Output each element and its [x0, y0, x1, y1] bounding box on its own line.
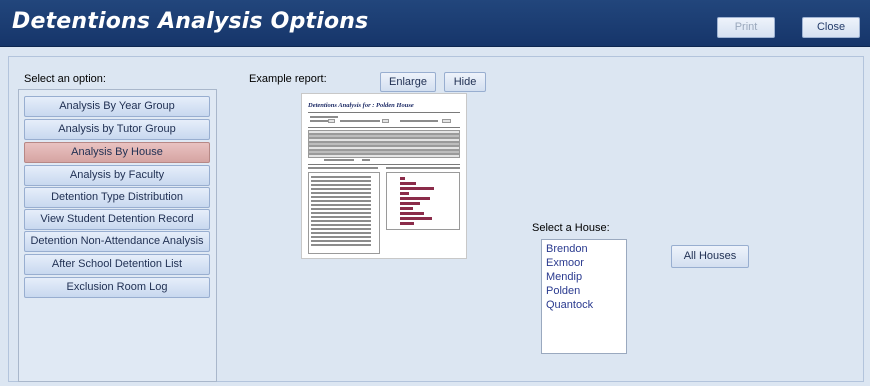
house-item-exmoor[interactable]: Exmoor: [546, 257, 584, 269]
report-text: [400, 120, 438, 122]
report-text: [311, 244, 371, 246]
report-table-row: [308, 154, 460, 158]
report-chart-bar: [400, 177, 405, 180]
house-item-mendip[interactable]: Mendip: [546, 271, 582, 283]
report-cell: [328, 119, 335, 123]
all-houses-button[interactable]: All Houses: [671, 245, 749, 268]
option-student-record[interactable]: View Student Detention Record: [24, 209, 210, 230]
report-text: [311, 212, 371, 214]
report-title: Detentions Analysis for : Polden House: [308, 102, 414, 109]
report-chart-bar: [400, 207, 413, 210]
option-non-attendance[interactable]: Detention Non-Attendance Analysis: [24, 231, 210, 252]
report-rule: [308, 112, 460, 113]
report-text: [324, 159, 354, 161]
option-tutor-group[interactable]: Analysis by Tutor Group: [24, 119, 210, 140]
house-item-quantock[interactable]: Quantock: [546, 299, 593, 311]
report-cell: [442, 119, 451, 123]
report-chart-bar: [400, 197, 430, 200]
report-text: [311, 196, 371, 198]
report-text: [308, 167, 378, 169]
report-text: [311, 220, 371, 222]
report-text: [311, 236, 371, 238]
report-text: [311, 180, 371, 182]
select-house-label: Select a House:: [532, 222, 610, 234]
report-text: [311, 216, 371, 218]
house-item-polden[interactable]: Polden: [546, 285, 580, 297]
report-year-chart: [386, 172, 460, 230]
report-text: [311, 184, 371, 186]
report-text: [311, 228, 371, 230]
report-rule: [308, 164, 460, 165]
report-text: [340, 120, 380, 122]
enlarge-button[interactable]: Enlarge: [380, 72, 436, 92]
report-chart-bar: [400, 202, 420, 205]
report-chart-bar: [400, 217, 432, 220]
house-item-brendon[interactable]: Brendon: [546, 243, 588, 255]
report-text: [311, 188, 371, 190]
report-text: [311, 224, 371, 226]
report-text: [386, 167, 460, 169]
report-rule: [308, 127, 460, 128]
option-house[interactable]: Analysis By House: [24, 142, 210, 163]
window-title: Detentions Analysis Options: [12, 9, 369, 34]
option-exclusion-room[interactable]: Exclusion Room Log: [24, 277, 210, 298]
report-chart-bar: [400, 212, 424, 215]
report-text: [311, 204, 371, 206]
report-cell: [382, 119, 389, 123]
select-option-label: Select an option:: [24, 73, 106, 85]
close-button[interactable]: Close: [802, 17, 860, 38]
report-text: [311, 240, 371, 242]
title-bar: Detentions Analysis Options Print Close: [0, 0, 870, 47]
report-text: [310, 120, 330, 122]
report-text: [311, 232, 371, 234]
example-report-thumbnail[interactable]: Detentions Analysis for : Polden House: [301, 93, 467, 259]
report-chart-bar: [400, 222, 414, 225]
house-listbox[interactable]: Brendon Exmoor Mendip Polden Quantock: [541, 239, 627, 354]
option-year-group[interactable]: Analysis By Year Group: [24, 96, 210, 117]
option-faculty[interactable]: Analysis by Faculty: [24, 165, 210, 186]
option-after-school-list[interactable]: After School Detention List: [24, 254, 210, 275]
report-text: [311, 192, 371, 194]
report-chart-bar: [400, 182, 416, 185]
example-report-label: Example report:: [249, 73, 327, 85]
report-text: [311, 176, 371, 178]
report-chart-bar: [400, 187, 434, 190]
hide-button[interactable]: Hide: [444, 72, 486, 92]
option-detention-type[interactable]: Detention Type Distribution: [24, 187, 210, 208]
report-text: [362, 159, 370, 161]
print-button[interactable]: Print: [717, 17, 775, 38]
report-text: [311, 208, 371, 210]
report-text: [311, 200, 371, 202]
report-chart-bar: [400, 192, 409, 195]
report-text: [310, 116, 338, 118]
